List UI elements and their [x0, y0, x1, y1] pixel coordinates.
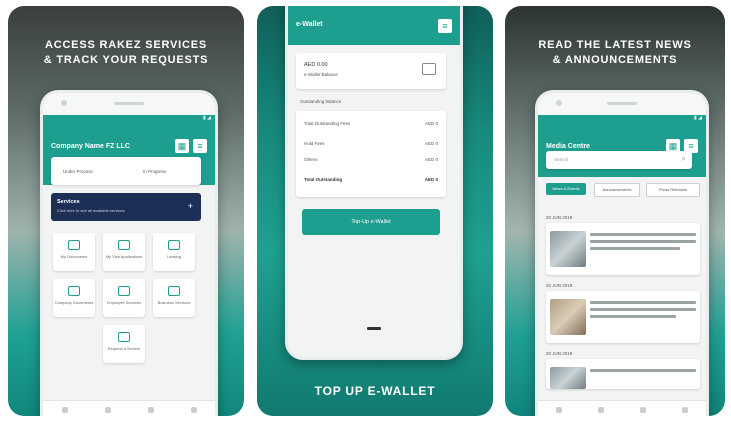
caption-line-1: READ THE LATEST NEWS	[538, 39, 692, 51]
caption-wallet: TOP UP E-WALLET	[314, 384, 436, 398]
banner-subtitle: Click here to see all available services	[57, 208, 125, 213]
company-name: Company Name FZ LLC	[51, 143, 130, 150]
phone-mockup: ▮ ◢ Media Centre ▦ ≡ Search ⌕ News & Eve…	[535, 90, 709, 416]
nav-wallet-icon[interactable]	[147, 407, 154, 413]
filter-chips: News & Events Announcements Press Releas…	[546, 183, 706, 197]
wallet-icon	[422, 63, 436, 75]
news-thumbnail	[550, 367, 586, 389]
camera-icon	[556, 100, 562, 106]
app-header: ▮ ◢ e-Wallet ≡	[288, 6, 460, 45]
tile-visa-applications[interactable]: My Visa Applications	[103, 233, 145, 271]
nav-services-icon[interactable]	[104, 407, 111, 413]
caption-line-2: & TRACK YOUR REQUESTS	[43, 54, 209, 66]
caption-line-2: & ANNOUNCEMENTS	[552, 54, 678, 66]
news-item[interactable]	[546, 291, 700, 343]
screenshot-panel-wallet: ▮ ◢ e-Wallet ≡ AED 0.00 e-Wallet Balance…	[257, 6, 493, 416]
status-bar: ▮ ◢	[203, 115, 211, 121]
search-input[interactable]: Search ⌕	[546, 151, 692, 169]
speaker-icon	[607, 102, 637, 105]
row-others: Others AED 0	[304, 157, 438, 162]
menu-icon[interactable]: ≡	[193, 139, 207, 153]
home-indicator-icon[interactable]	[367, 327, 381, 330]
balance-card: AED 0.00 e-Wallet Balance	[296, 53, 446, 89]
news-thumbnail	[550, 231, 586, 267]
tile-company-documents[interactable]: Company Documents	[53, 279, 95, 317]
row-total-outstanding: Total Outstanding AED 0	[304, 177, 438, 182]
bottom-navigation	[538, 400, 706, 416]
android-nav-bar	[288, 317, 460, 331]
chip-press-releases[interactable]: Press Releases	[646, 183, 700, 197]
balance-amount: AED 0.00	[304, 62, 328, 68]
search-icon: ⌕	[681, 154, 686, 163]
visa-icon	[118, 240, 130, 250]
screenshot-panel-services: ACCESS RAKEZ SERVICES & TRACK YOUR REQUE…	[8, 6, 244, 416]
news-date: 20 JUN 2019	[546, 351, 573, 356]
tile-employee-services[interactable]: Employee Services	[103, 279, 145, 317]
briefcase-icon	[168, 286, 180, 296]
chip-announcements[interactable]: Announcements	[594, 183, 640, 197]
folder-icon	[68, 286, 80, 296]
status-bar: ▮ ◢	[694, 115, 702, 121]
news-item[interactable]	[546, 223, 700, 275]
bottom-navigation	[43, 400, 215, 416]
caption-news: READ THE LATEST NEWS & ANNOUNCEMENTS	[505, 38, 725, 68]
phone-top	[43, 93, 215, 115]
speaker-icon	[114, 102, 144, 105]
news-thumbnail	[550, 299, 586, 335]
document-icon	[68, 240, 80, 250]
nav-more-icon[interactable]	[190, 407, 197, 413]
row-total-fees: Total Outstanding Fees AED 0	[304, 121, 438, 126]
top-up-button[interactable]: Top-Up e-Wallet	[302, 209, 440, 235]
phone-mockup: ▮ ◢ Company Name FZ LLC ▦ ≡ Under Proces…	[40, 90, 218, 416]
caption-services: ACCESS RAKEZ SERVICES & TRACK YOUR REQUE…	[8, 38, 244, 68]
tile-my-documents[interactable]: My Documents	[53, 233, 95, 271]
chip-news-events[interactable]: News & Events	[546, 183, 586, 195]
balance-label: e-Wallet Balance	[304, 72, 338, 77]
news-date: 20 JUN 2019	[546, 283, 573, 288]
search-placeholder: Search	[554, 157, 569, 162]
tile-request-service[interactable]: Request a Service	[103, 325, 145, 363]
row-hold-fees: Hold Fees AED 0	[304, 141, 438, 146]
section-title: Outstanding balance	[300, 99, 342, 104]
people-icon	[118, 286, 130, 296]
qr-icon[interactable]: ▦	[175, 139, 189, 153]
status-under-process[interactable]: Under Process	[63, 169, 93, 174]
outstanding-card: Total Outstanding Fees AED 0 Hold Fees AED…	[296, 111, 446, 197]
camera-icon	[61, 100, 67, 106]
phone-mockup: ▮ ◢ e-Wallet ≡ AED 0.00 e-Wallet Balance…	[285, 6, 463, 360]
nav-home-icon[interactable]	[556, 407, 562, 413]
nav-wallet-icon[interactable]	[640, 407, 646, 413]
request-icon	[118, 332, 130, 342]
plus-icon: +	[187, 201, 193, 211]
screenshot-panel-news: READ THE LATEST NEWS & ANNOUNCEMENTS ▮ ◢…	[505, 6, 725, 416]
nav-services-icon[interactable]	[598, 407, 604, 413]
wallet-title: e-Wallet	[296, 21, 323, 28]
nav-more-icon[interactable]	[682, 407, 688, 413]
news-date: 20 JUN 2019	[546, 215, 573, 220]
media-centre-title: Media Centre	[546, 143, 590, 150]
banner-title: Services	[57, 199, 80, 205]
building-icon	[168, 240, 180, 250]
services-banner[interactable]: Services Click here to see all available…	[51, 193, 201, 221]
nav-home-icon[interactable]	[61, 407, 68, 413]
tile-business-services[interactable]: Business Services	[153, 279, 195, 317]
status-card: Under Process In Progress	[51, 157, 201, 185]
phone-top	[538, 93, 706, 115]
news-item[interactable]	[546, 359, 700, 389]
tile-leasing[interactable]: Leasing	[153, 233, 195, 271]
status-in-progress[interactable]: In Progress	[143, 169, 166, 174]
caption-line-1: ACCESS RAKEZ SERVICES	[44, 39, 208, 51]
menu-icon[interactable]: ≡	[438, 19, 452, 33]
